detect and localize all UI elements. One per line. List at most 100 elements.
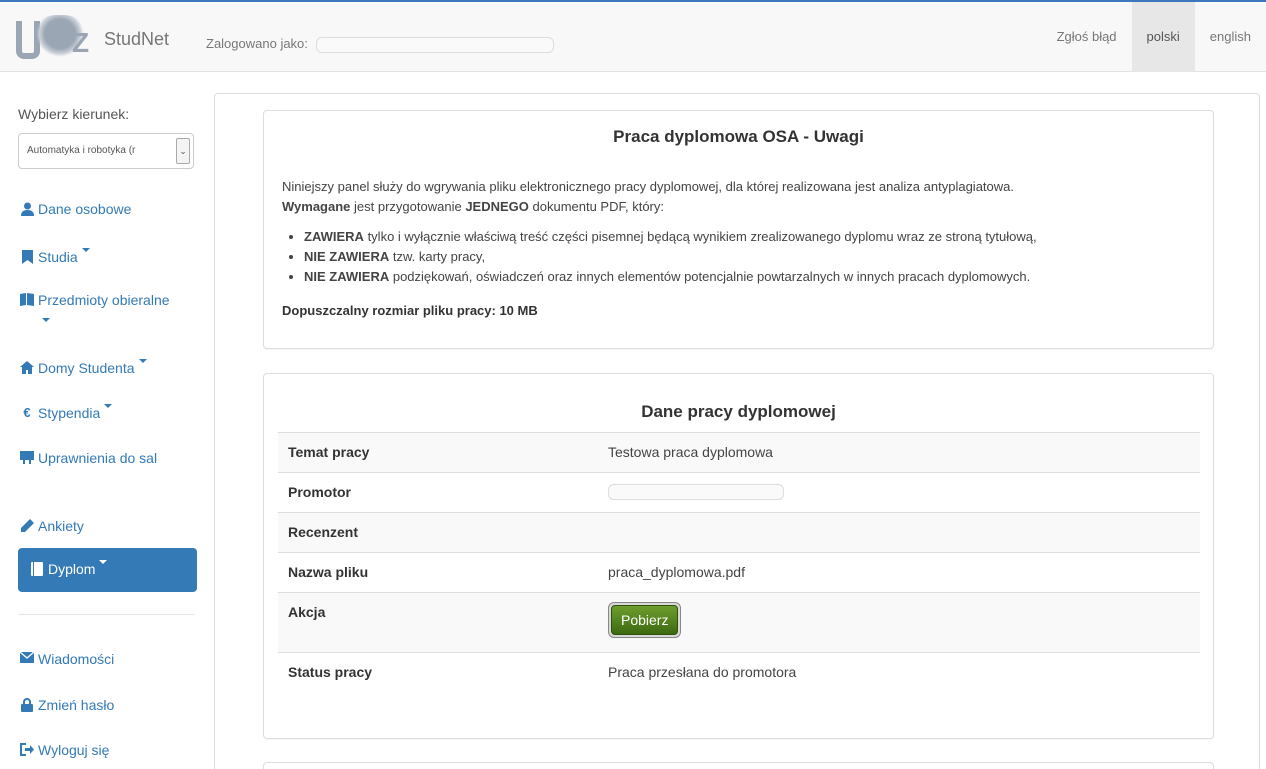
req-bold-2: JEDNEGO bbox=[465, 199, 529, 214]
req-text-1: jest przygotowanie bbox=[350, 199, 466, 214]
sidebar-item-ankiety[interactable]: Ankiety bbox=[18, 517, 86, 536]
field-select[interactable]: Automatyka i robotyka (r ⌄ bbox=[18, 133, 194, 169]
download-button-label: Pobierz bbox=[611, 605, 679, 635]
brand-name: StudNet bbox=[104, 28, 170, 49]
book-icon bbox=[20, 293, 34, 307]
bullet-bold: NIE ZAWIERA bbox=[304, 269, 390, 284]
row-key: Status pracy bbox=[288, 664, 373, 680]
notice-body: Niniejszy panel służy do wgrywania pliku… bbox=[282, 177, 1202, 287]
download-button[interactable]: Pobierz bbox=[608, 602, 682, 638]
row-key: Promotor bbox=[288, 484, 351, 500]
sidebar-item-label: Wiadomości bbox=[38, 651, 115, 667]
sidebar-item-przedmioty[interactable]: Przedmioty obieralne bbox=[18, 291, 178, 329]
envelope-icon bbox=[19, 651, 35, 666]
bullet-bold: NIE ZAWIERA bbox=[304, 249, 390, 264]
pencil-icon bbox=[20, 519, 34, 533]
notice-panel: Praca dyplomowa OSA - Uwagi Niniejszy pa… bbox=[263, 110, 1214, 349]
caret-down-icon bbox=[104, 404, 113, 408]
table-row: Nazwa pliku praca_dyplomowa.pdf bbox=[278, 552, 1200, 593]
sidebar-item-label: Przedmioty obieralne bbox=[38, 292, 170, 308]
home-icon bbox=[20, 361, 34, 375]
row-key: Akcja bbox=[288, 604, 326, 620]
caret-down-icon bbox=[81, 248, 90, 252]
row-key: Nazwa pliku bbox=[288, 564, 369, 580]
sidebar-item-label: Ankiety bbox=[38, 518, 84, 534]
logged-label: Zalogowano jako: bbox=[206, 36, 308, 51]
list-item: ZAWIERA tylko i wyłącznie właściwą treść… bbox=[304, 227, 1202, 247]
caret-down-icon bbox=[138, 359, 147, 363]
sidebar-divider bbox=[18, 614, 194, 615]
req-text-2: dokumentu PDF, który: bbox=[528, 199, 665, 214]
lock-icon bbox=[20, 698, 34, 712]
top-navbar: Z StudNet Zalogowano jako: Zgłoś błąd po… bbox=[0, 0, 1266, 72]
table-row: Recenzent bbox=[278, 512, 1200, 553]
brand-link[interactable]: Z StudNet bbox=[16, 8, 169, 70]
thesis-title: Dane pracy dyplomowej bbox=[641, 402, 836, 421]
user-icon bbox=[20, 202, 34, 216]
status-value: Praca przesłana do promotora bbox=[608, 664, 797, 680]
row-value bbox=[598, 513, 1200, 553]
university-logo: Z bbox=[16, 13, 92, 65]
sidebar: Wybierz kierunek: Automatyka i robotyka … bbox=[0, 72, 200, 769]
req-bold-1: Wymagane bbox=[282, 199, 351, 214]
bullet-text: podziękowań, oświadczeń oraz innych elem… bbox=[389, 269, 1031, 284]
row-value: praca_dyplomowa.pdf bbox=[608, 564, 745, 580]
bullet-text: tzw. karty pracy, bbox=[389, 249, 486, 264]
caret-down-icon bbox=[42, 318, 50, 323]
sidebar-item-dane-osobowe[interactable]: Dane osobowe bbox=[18, 200, 133, 219]
thesis-panel: Dane pracy dyplomowej Temat pracy Testow… bbox=[263, 373, 1214, 739]
sidebar-item-zmien-haslo[interactable]: Zmień hasło bbox=[18, 696, 116, 715]
redacted-promotor bbox=[608, 484, 784, 500]
sidebar-item-wiadomosci[interactable]: Wiadomości bbox=[18, 650, 116, 669]
report-bug-link[interactable]: Zgłoś błąd bbox=[1042, 2, 1132, 72]
thesis-table: Temat pracy Testowa praca dyplomowa Prom… bbox=[278, 432, 1200, 693]
sidebar-item-dyplom[interactable]: Dyplom bbox=[18, 548, 197, 592]
sidebar-item-label: Dane osobowe bbox=[38, 201, 132, 217]
table-row: Akcja Pobierz bbox=[278, 592, 1200, 653]
notice-intro: Niniejszy panel służy do wgrywania pliku… bbox=[282, 179, 1014, 194]
bullet-bold: ZAWIERA bbox=[304, 229, 364, 244]
sidebar-item-stypendia[interactable]: € Stypendia bbox=[18, 404, 114, 423]
file-size-limit: Dopuszczalny rozmiar pliku pracy: 10 MB bbox=[282, 303, 538, 318]
row-value: Pobierz bbox=[598, 593, 1200, 653]
redacted-username bbox=[315, 36, 554, 53]
sidebar-item-label: Domy Studenta bbox=[38, 360, 135, 376]
blackboard-icon bbox=[20, 451, 34, 465]
lang-polish-link[interactable]: polski bbox=[1131, 2, 1195, 72]
main-panel: Praca dyplomowa OSA - Uwagi Niniejszy pa… bbox=[214, 93, 1260, 769]
requirement-list: ZAWIERA tylko i wyłącznie właściwą treść… bbox=[304, 227, 1202, 287]
notice-title: Praca dyplomowa OSA - Uwagi bbox=[613, 127, 864, 146]
sidebar-item-uprawnienia[interactable]: Uprawnienia do sal bbox=[18, 449, 178, 468]
bullet-text: tylko i wyłącznie właściwą treść części … bbox=[363, 229, 1037, 244]
notice-requirement: Wymagane jest przygotowanie JEDNEGO doku… bbox=[282, 197, 1202, 217]
euro-icon: € bbox=[23, 405, 31, 420]
sidebar-item-label: Stypendia bbox=[38, 405, 101, 421]
caret-down-icon bbox=[99, 560, 108, 564]
sidebar-item-label: Dyplom bbox=[48, 561, 96, 577]
sidebar-item-label: Wyloguj się bbox=[38, 742, 110, 758]
logged-in-as: Zalogowano jako: bbox=[206, 36, 554, 53]
sidebar-item-domy-studenta[interactable]: Domy Studenta bbox=[18, 359, 149, 378]
row-key: Recenzent bbox=[288, 524, 359, 540]
table-row: Status pracy Praca przesłana do promotor… bbox=[278, 652, 1200, 693]
next-panel bbox=[263, 762, 1214, 769]
table-row: Promotor bbox=[278, 472, 1200, 513]
list-item: NIE ZAWIERA podziękowań, oświadczeń oraz… bbox=[304, 267, 1202, 287]
sidebar-item-studia[interactable]: Studia bbox=[18, 248, 92, 267]
sidebar-item-label: Zmień hasło bbox=[38, 697, 115, 713]
chevron-down-icon[interactable]: ⌄ bbox=[176, 138, 190, 164]
list-item: NIE ZAWIERA tzw. karty pracy, bbox=[304, 247, 1202, 267]
nav-right: Zgłoś błąd polski english bbox=[1042, 2, 1266, 72]
bookmark-icon bbox=[20, 250, 34, 264]
select-label: Wybierz kierunek: bbox=[18, 106, 130, 122]
select-value: Automatyka i robotyka (r bbox=[27, 145, 136, 156]
table-row: Temat pracy Testowa praca dyplomowa bbox=[278, 432, 1200, 473]
sidebar-item-label: Studia bbox=[38, 249, 78, 265]
row-key: Temat pracy bbox=[288, 444, 370, 460]
book-icon bbox=[30, 562, 44, 576]
sidebar-item-wyloguj[interactable]: Wyloguj się bbox=[18, 741, 111, 760]
lang-english-link[interactable]: english bbox=[1195, 2, 1266, 72]
logout-icon bbox=[20, 743, 34, 757]
sidebar-item-label: Uprawnienia do sal bbox=[38, 450, 158, 466]
row-value bbox=[598, 473, 1200, 513]
